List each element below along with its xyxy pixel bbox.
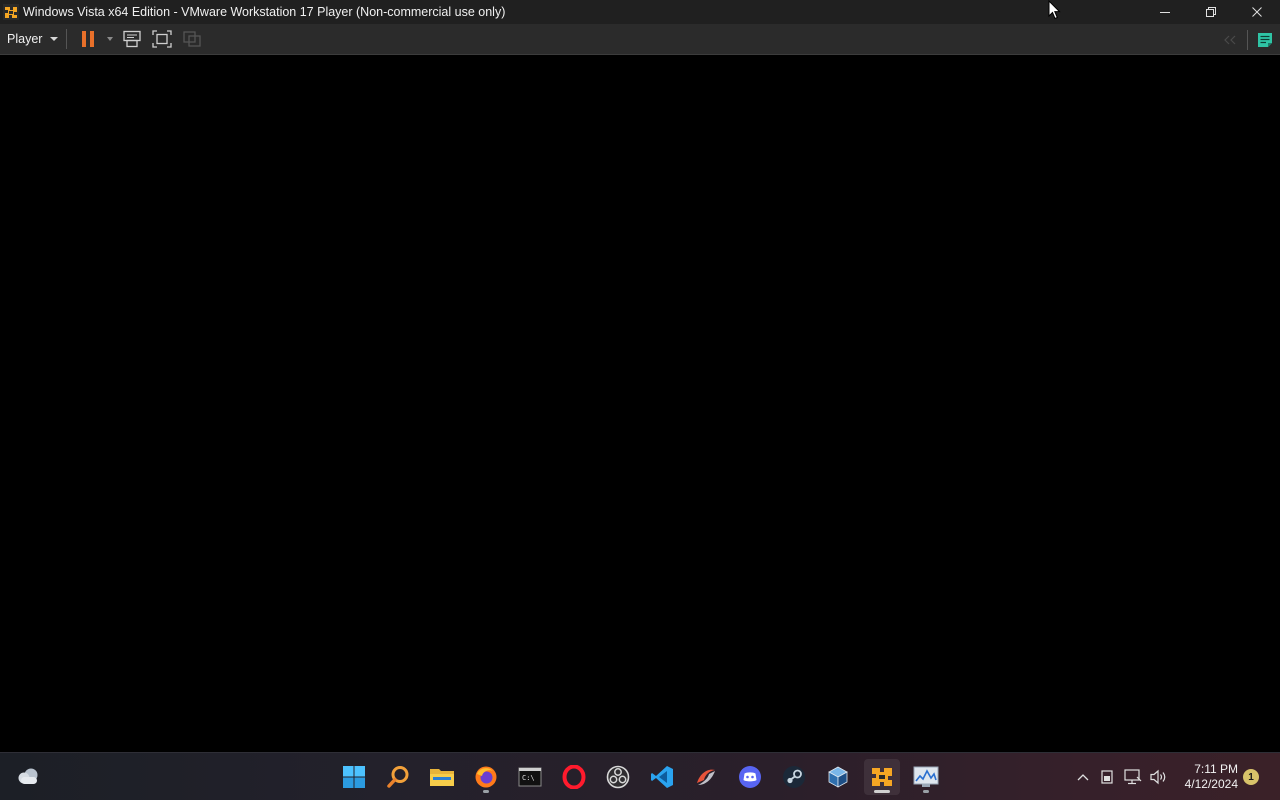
terminal-button[interactable]: C:\ xyxy=(512,759,548,795)
search-button[interactable] xyxy=(380,759,416,795)
pause-icon xyxy=(82,31,95,47)
system-tray xyxy=(1072,753,1172,800)
svg-text:C:\: C:\ xyxy=(522,774,535,782)
clock-date: 4/12/2024 xyxy=(1184,777,1238,791)
steam-icon xyxy=(783,766,805,788)
cloud-icon xyxy=(18,768,38,784)
battery-icon xyxy=(1101,770,1113,784)
network-icon xyxy=(1124,769,1142,785)
notification-badge[interactable]: 1 xyxy=(1243,769,1259,785)
vscode-button[interactable] xyxy=(644,759,680,795)
obs-studio-button[interactable] xyxy=(600,759,636,795)
cube-icon xyxy=(828,766,848,788)
vmware-app-icon xyxy=(2,3,20,21)
chevron-up-icon xyxy=(1077,774,1089,781)
notes-button[interactable] xyxy=(1250,24,1280,55)
start-button[interactable] xyxy=(336,759,372,795)
unity-button[interactable] xyxy=(177,24,207,55)
window-controls xyxy=(1142,0,1280,24)
battery-tray-button[interactable] xyxy=(1094,753,1120,800)
power-options-dropdown[interactable] xyxy=(103,24,117,55)
magnifier-icon xyxy=(387,766,409,788)
swirl-app-button[interactable] xyxy=(688,759,724,795)
vm-display[interactable] xyxy=(0,56,1280,752)
vmware-player-button[interactable] xyxy=(864,759,900,795)
folder-icon xyxy=(430,769,454,786)
window-title: Windows Vista x64 Edition - VMware Works… xyxy=(23,5,506,19)
toolbar-divider xyxy=(66,29,68,49)
firefox-icon xyxy=(475,766,497,788)
vmware-icon xyxy=(872,768,892,786)
pause-button[interactable] xyxy=(73,24,103,55)
title-bar: Windows Vista x64 Edition - VMware Works… xyxy=(0,0,1280,24)
full-screen-icon xyxy=(152,30,173,48)
steam-button[interactable] xyxy=(776,759,812,795)
windows-logo-icon xyxy=(343,766,365,788)
volume-icon xyxy=(1150,769,1166,785)
windows-taskbar: C:\ 7:11 PM 4/12/2024 1 xyxy=(0,752,1280,800)
firefox-button[interactable] xyxy=(468,759,504,795)
back-arrows-icon xyxy=(1224,35,1236,44)
file-explorer-button[interactable] xyxy=(424,759,460,795)
opera-icon xyxy=(562,765,586,789)
unity-icon xyxy=(183,31,202,47)
volume-tray-button[interactable] xyxy=(1146,753,1172,800)
running-indicator xyxy=(483,790,489,793)
weather-widget[interactable] xyxy=(10,759,46,795)
back-button[interactable] xyxy=(1215,24,1245,55)
restore-button[interactable] xyxy=(1188,0,1234,24)
close-button[interactable] xyxy=(1234,0,1280,24)
virtualbox-button[interactable] xyxy=(820,759,856,795)
player-menu[interactable]: Player xyxy=(0,24,64,55)
close-icon xyxy=(1252,7,1262,17)
toolbar-divider xyxy=(1247,29,1248,50)
chevron-down-icon xyxy=(107,37,114,41)
swirl-icon xyxy=(697,769,715,785)
minimize-button[interactable] xyxy=(1142,0,1188,24)
show-hidden-icons-button[interactable] xyxy=(1072,753,1094,800)
mouse-cursor-icon xyxy=(1048,0,1061,25)
send-ctrl-alt-del-icon xyxy=(123,30,142,48)
discord-icon xyxy=(739,766,761,788)
vscode-icon xyxy=(651,766,673,788)
running-indicator xyxy=(923,790,929,793)
send-ctrl-alt-del-button[interactable] xyxy=(117,24,147,55)
terminal-icon: C:\ xyxy=(518,767,542,787)
active-indicator xyxy=(874,790,890,793)
minimize-icon xyxy=(1160,12,1170,13)
discord-button[interactable] xyxy=(732,759,768,795)
network-tray-button[interactable] xyxy=(1120,753,1146,800)
chevron-down-icon xyxy=(50,37,59,41)
monitor-app-button[interactable] xyxy=(908,759,944,795)
player-menu-label: Player xyxy=(7,32,43,46)
player-toolbar: Player xyxy=(0,24,1280,55)
toolbar-right xyxy=(1215,24,1280,55)
notes-icon xyxy=(1258,32,1272,47)
opera-button[interactable] xyxy=(556,759,592,795)
clock-time: 7:11 PM xyxy=(1194,762,1238,776)
obs-icon xyxy=(606,765,630,789)
monitor-chart-icon xyxy=(913,766,939,787)
restore-icon xyxy=(1206,7,1216,17)
clock[interactable]: 7:11 PM 4/12/2024 xyxy=(1185,762,1238,792)
full-screen-button[interactable] xyxy=(147,24,177,55)
